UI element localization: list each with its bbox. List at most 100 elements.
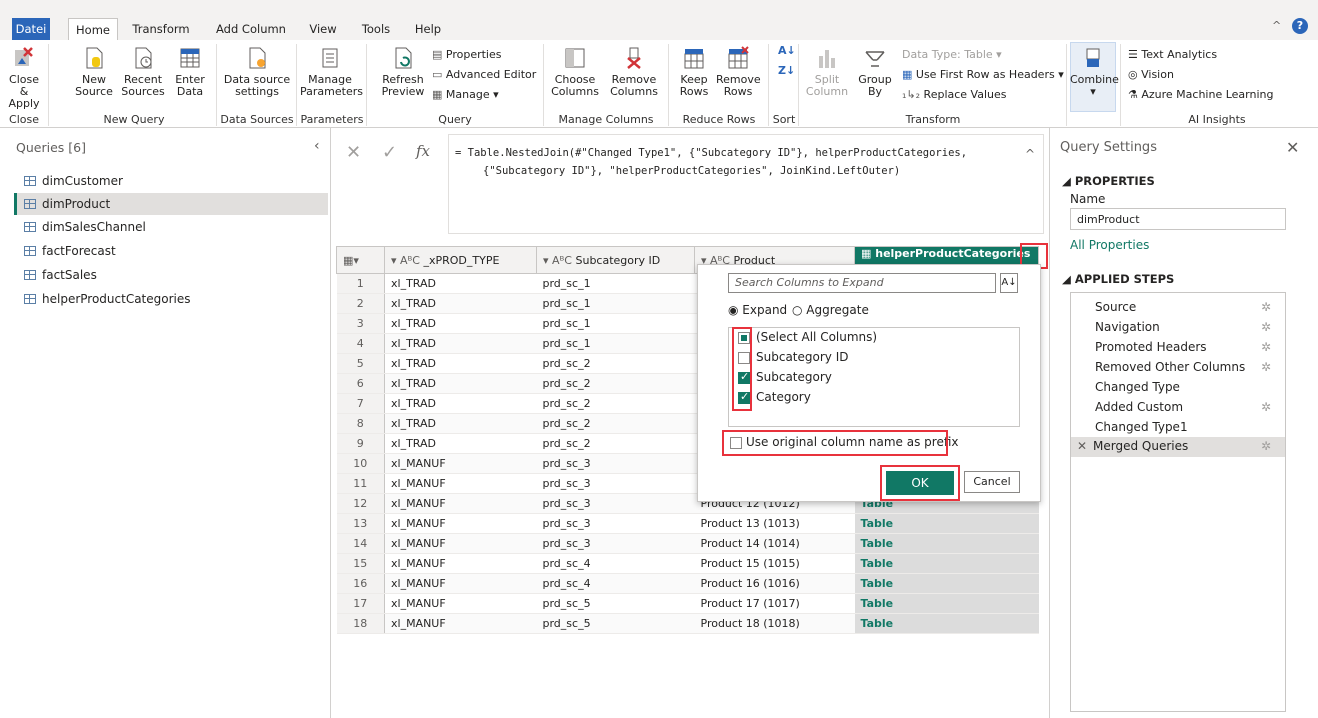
remove-rows-button[interactable]: Remove Rows — [716, 46, 761, 98]
table-cell[interactable]: xl_TRAD — [384, 433, 537, 454]
table-cell[interactable]: prd_sc_2 — [536, 413, 695, 434]
data-type-dropdown[interactable]: Data Type: Table ▾ — [902, 46, 1002, 64]
azure-ml-button[interactable]: ⚗ Azure Machine Learning — [1128, 86, 1273, 104]
table-row[interactable]: 13 xl_MANUF prd_sc_3 Product 13 (1013) Table — [336, 513, 1039, 534]
table-cell[interactable]: Product 13 (1013) — [694, 513, 855, 534]
tab-file[interactable]: Datei — [12, 18, 50, 40]
table-menu-button[interactable]: ▦▾ — [336, 246, 385, 274]
table-cell[interactable]: xl_TRAD — [384, 293, 537, 314]
column-header[interactable]: ▾ AᴮC Subcategory ID — [536, 246, 695, 274]
table-cell[interactable]: prd_sc_3 — [536, 473, 695, 494]
column-header[interactable]: ▾ AᴮC _xPROD_TYPE — [384, 246, 537, 274]
sort-az-icon[interactable]: A↓ — [1000, 273, 1018, 293]
data-source-settings-button[interactable]: Data source settings — [222, 46, 292, 98]
query-item[interactable]: helperProductCategories — [14, 288, 328, 310]
query-item[interactable]: dimSalesChannel — [14, 216, 328, 238]
table-cell[interactable]: Product 14 (1014) — [694, 533, 855, 554]
advanced-editor-button[interactable]: ▭ Advanced Editor — [432, 66, 536, 84]
table-cell[interactable]: xl_MANUF — [384, 593, 537, 614]
query-item[interactable]: factSales — [14, 264, 328, 286]
confirm-formula-icon[interactable]: ✓ — [382, 142, 397, 163]
table-cell[interactable]: Product 18 (1018) — [694, 613, 855, 634]
close-apply-button[interactable]: Close & Apply — [4, 46, 44, 110]
expand-radio[interactable]: ◉ Expand — [728, 303, 787, 317]
step-item[interactable]: Changed Type — [1095, 377, 1285, 397]
table-row[interactable]: 14 xl_MANUF prd_sc_3 Product 14 (1014) Table — [336, 533, 1039, 554]
table-cell[interactable]: xl_TRAD — [384, 333, 537, 354]
table-cell[interactable]: prd_sc_4 — [536, 553, 695, 574]
table-cell[interactable]: prd_sc_2 — [536, 393, 695, 414]
all-properties-link[interactable]: All Properties — [1070, 238, 1149, 252]
properties-button[interactable]: ▤ Properties — [432, 46, 501, 64]
help-icon[interactable]: ? — [1292, 18, 1308, 34]
tab-view[interactable]: View — [304, 18, 342, 40]
cancel-button[interactable]: Cancel — [964, 471, 1020, 493]
table-cell[interactable]: Product 16 (1016) — [694, 573, 855, 594]
table-cell[interactable]: xl_TRAD — [384, 353, 537, 374]
step-item[interactable]: Promoted Headers ✲ — [1095, 337, 1285, 357]
replace-values-button[interactable]: ₁↳₂ Replace Values — [902, 86, 1007, 104]
table-cell[interactable]: Table — [854, 533, 1039, 554]
sort-descending-icon[interactable]: Z↓ — [778, 62, 795, 80]
table-row[interactable]: 18 xl_MANUF prd_sc_5 Product 18 (1018) Table — [336, 613, 1039, 634]
table-cell[interactable]: prd_sc_1 — [536, 313, 695, 334]
new-source-button[interactable]: New Source — [72, 46, 116, 98]
step-item[interactable]: Navigation ✲ — [1095, 317, 1285, 337]
table-cell[interactable]: prd_sc_3 — [536, 453, 695, 474]
table-cell[interactable]: prd_sc_3 — [536, 533, 695, 554]
recent-sources-button[interactable]: Recent Sources — [118, 46, 168, 98]
table-cell[interactable]: prd_sc_2 — [536, 433, 695, 454]
tab-home[interactable]: Home — [68, 18, 118, 40]
use-first-row-button[interactable]: ▦ Use First Row as Headers ▾ — [902, 66, 1064, 84]
table-cell[interactable]: xl_TRAD — [384, 393, 537, 414]
manage-parameters-button[interactable]: Manage Parameters — [300, 46, 363, 98]
search-columns-input[interactable]: Search Columns to Expand — [728, 273, 996, 293]
collapse-queries-icon[interactable]: ‹ — [314, 138, 320, 154]
tab-help[interactable]: Help — [410, 18, 446, 40]
ok-button[interactable]: OK — [886, 471, 954, 495]
cancel-formula-icon[interactable]: ✕ — [346, 142, 361, 163]
table-cell[interactable]: prd_sc_5 — [536, 593, 695, 614]
close-settings-icon[interactable]: ✕ — [1286, 138, 1299, 157]
split-column-button[interactable]: Split Column — [804, 46, 850, 98]
table-row[interactable]: 16 xl_MANUF prd_sc_4 Product 16 (1016) Table — [336, 573, 1039, 594]
table-cell[interactable]: xl_MANUF — [384, 513, 537, 534]
collapse-ribbon-icon[interactable]: ^ — [1272, 19, 1281, 32]
table-cell[interactable]: Table — [854, 573, 1039, 594]
tab-transform[interactable]: Transform — [126, 18, 196, 40]
table-cell[interactable]: prd_sc_3 — [536, 513, 695, 534]
table-cell[interactable]: prd_sc_5 — [536, 613, 695, 634]
combine-button[interactable]: Combine ▾ — [1070, 46, 1119, 98]
table-cell[interactable]: xl_MANUF — [384, 553, 537, 574]
refresh-preview-button[interactable]: Refresh Preview — [378, 46, 428, 98]
text-analytics-button[interactable]: ☰ Text Analytics — [1128, 46, 1217, 64]
table-cell[interactable]: xl_MANUF — [384, 493, 537, 514]
table-cell[interactable]: prd_sc_1 — [536, 273, 695, 294]
aggregate-radio[interactable]: ○ Aggregate — [792, 303, 869, 317]
formula-input[interactable]: = Table.NestedJoin(#"Changed Type1", {"S… — [448, 134, 1044, 234]
step-item[interactable]: Changed Type1 — [1095, 417, 1285, 437]
table-cell[interactable]: xl_MANUF — [384, 473, 537, 494]
manage-button[interactable]: ▦ Manage ▾ — [432, 86, 499, 104]
table-cell[interactable]: xl_TRAD — [384, 313, 537, 334]
table-cell[interactable]: prd_sc_1 — [536, 293, 695, 314]
group-by-button[interactable]: Group By — [852, 46, 898, 98]
table-cell[interactable]: Table — [854, 593, 1039, 614]
table-cell[interactable]: Table — [854, 553, 1039, 574]
step-item[interactable]: Added Custom ✲ — [1095, 397, 1285, 417]
table-cell[interactable]: xl_MANUF — [384, 533, 537, 554]
table-cell[interactable]: xl_TRAD — [384, 273, 537, 294]
query-item[interactable]: factForecast — [14, 240, 328, 262]
step-item[interactable]: Source ✲ — [1095, 297, 1285, 317]
table-row[interactable]: 17 xl_MANUF prd_sc_5 Product 17 (1017) Table — [336, 593, 1039, 614]
keep-rows-button[interactable]: Keep Rows — [674, 46, 714, 98]
table-cell[interactable]: Table — [854, 513, 1039, 534]
table-cell[interactable]: Product 15 (1015) — [694, 553, 855, 574]
vision-button[interactable]: ◎ Vision — [1128, 66, 1174, 84]
delete-step-icon[interactable]: ✕ — [1077, 439, 1087, 453]
table-cell[interactable]: xl_MANUF — [384, 573, 537, 594]
tab-add-column[interactable]: Add Column — [208, 18, 294, 40]
table-cell[interactable]: Table — [854, 613, 1039, 634]
table-cell[interactable]: xl_MANUF — [384, 453, 537, 474]
enter-data-button[interactable]: Enter Data — [170, 46, 210, 98]
